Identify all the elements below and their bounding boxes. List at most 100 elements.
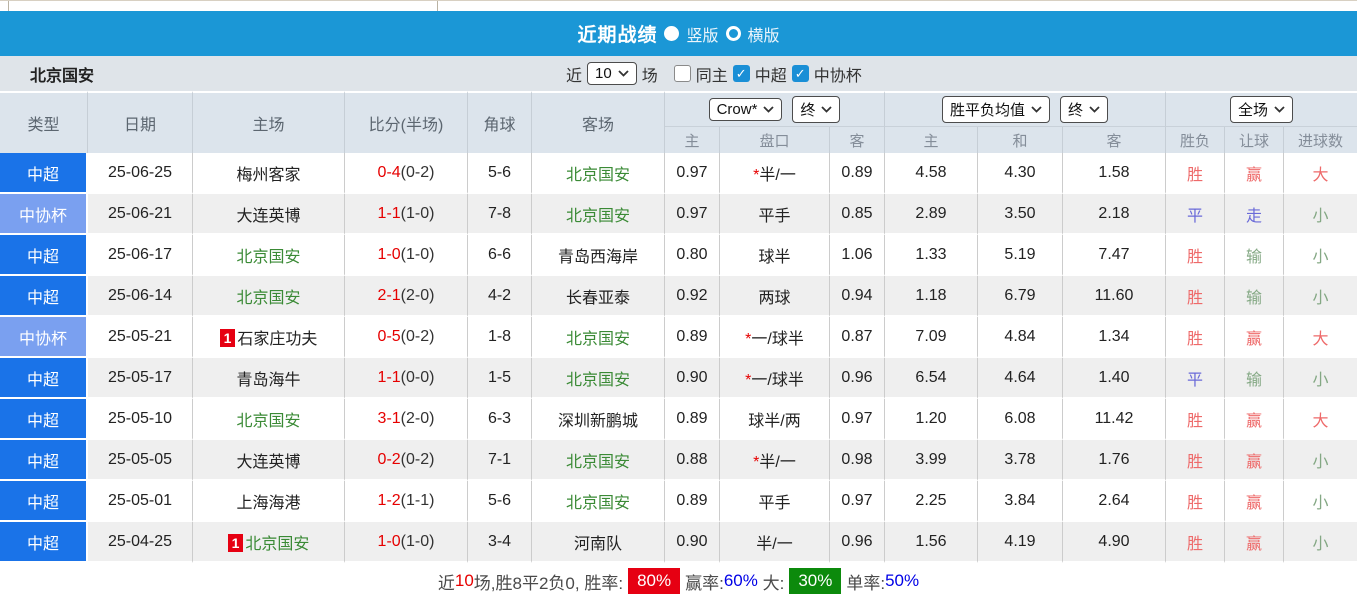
- away-odds-cell: 0.94: [830, 276, 885, 317]
- table-row: 中超 25-06-25 梅州客家 0-4(0-2) 5-6 北京国安 0.97 *半/一 0.8…: [0, 153, 1357, 194]
- same-venue-label[interactable]: 同主: [696, 62, 728, 86]
- avg-period-select[interactable]: 终: [1060, 96, 1109, 123]
- home-odds-cell: 0.92: [665, 276, 720, 317]
- header-corners: 角球: [468, 91, 532, 153]
- handicap-star: *: [745, 330, 752, 348]
- home-team-cell: 上海海港: [193, 481, 345, 522]
- subheader-result: 胜负: [1166, 127, 1225, 153]
- league-label[interactable]: 中超: [755, 62, 787, 86]
- scope-select[interactable]: 全场: [1229, 96, 1293, 123]
- goals-result-cell: 大: [1284, 317, 1357, 358]
- score-cell: 0-5(0-2): [345, 317, 468, 358]
- bookmaker-select[interactable]: Crow*: [708, 98, 783, 121]
- fulltime-score: 2-1: [377, 286, 401, 304]
- summary-segment: 30%: [789, 568, 842, 594]
- result-group-header: 全场: [1166, 91, 1357, 127]
- match-date-cell: 25-06-14: [88, 276, 193, 317]
- subheader-goals: 进球数: [1284, 127, 1357, 153]
- fulltime-score: 0-4: [377, 163, 401, 181]
- header-date: 日期: [88, 91, 193, 153]
- avg-odds-select[interactable]: 胜平负均值: [941, 96, 1050, 123]
- match-date-cell: 25-06-21: [88, 194, 193, 235]
- panel-title: 近期战绩: [577, 25, 658, 46]
- home-team-name: 北京国安: [236, 289, 301, 307]
- match-date-cell: 25-05-10: [88, 399, 193, 440]
- table-row: 中超 25-06-14 北京国安 2-1(2-0) 4-2 长春亚泰 0.92 两球 0.94 1…: [0, 276, 1357, 317]
- handicap-cell: *半/一: [720, 440, 830, 481]
- bookmaker-period-select[interactable]: 终: [792, 96, 841, 123]
- handicap-result-cell: 输: [1225, 276, 1284, 317]
- away-team-name: 北京国安: [565, 207, 630, 225]
- match-type-cell: 中超: [0, 153, 88, 194]
- avg-odds-group-header: 胜平负均值 终: [885, 91, 1166, 127]
- fulltime-score: 0-2: [377, 450, 401, 468]
- recent-count-select[interactable]: 10: [587, 62, 637, 85]
- away-team-cell: 北京国安: [532, 317, 665, 358]
- halftime-score: (1-1): [400, 491, 435, 509]
- avg-away-cell: 11.60: [1063, 276, 1166, 317]
- result-cell: 胜: [1166, 399, 1225, 440]
- away-team-cell: 北京国安: [532, 194, 665, 235]
- avg-draw-cell: 3.84: [978, 481, 1063, 522]
- away-odds-cell: 0.96: [830, 358, 885, 399]
- home-odds-cell: 0.89: [665, 399, 720, 440]
- home-odds-cell: 0.89: [665, 481, 720, 522]
- cup-label[interactable]: 中协杯: [814, 62, 862, 86]
- fulltime-score: 3-1: [377, 409, 401, 427]
- avg-away-cell: 2.18: [1063, 194, 1166, 235]
- team-name: 北京国安: [30, 67, 95, 85]
- corners-cell: 1-5: [468, 358, 532, 399]
- home-team-cell: 北京国安: [193, 235, 345, 276]
- vertical-layout-radio[interactable]: [664, 26, 680, 41]
- horizontal-layout-radio[interactable]: [725, 26, 741, 41]
- table-row: 中协杯 25-06-21 大连英博 1-1(1-0) 7-8 北京国安 0.97 平手 0.85…: [0, 194, 1357, 235]
- vertical-layout-label[interactable]: 竖版: [686, 22, 718, 46]
- table-row: 中协杯 25-05-21 1 石家庄功夫 0-5(0-2) 1-8 北京国安 0.89 *一/球…: [0, 317, 1357, 358]
- handicap-cell: *一/球半: [720, 317, 830, 358]
- corners-cell: 6-3: [468, 399, 532, 440]
- fulltime-score: 1-2: [377, 491, 401, 509]
- home-team-cell: 大连英博: [193, 194, 345, 235]
- halftime-score: (2-0): [400, 409, 435, 427]
- goals-result-cell: 小: [1284, 440, 1357, 481]
- avg-home-cell: 1.18: [885, 276, 978, 317]
- avg-draw-cell: 3.50: [978, 194, 1063, 235]
- away-team-name: 北京国安: [565, 371, 630, 389]
- handicap-result-cell: 赢: [1225, 481, 1284, 522]
- handicap-cell: *半/一: [720, 153, 830, 194]
- home-odds-cell: 0.80: [665, 235, 720, 276]
- avg-away-cell: 1.76: [1063, 440, 1166, 481]
- avg-away-cell: 7.47: [1063, 235, 1166, 276]
- results-tbody: 中超 25-06-25 梅州客家 0-4(0-2) 5-6 北京国安 0.97 *半/一 0.8…: [0, 153, 1357, 563]
- subheader-avg-draw: 和: [978, 127, 1063, 153]
- halftime-score: (1-0): [400, 245, 435, 263]
- goals-result-cell: 大: [1284, 399, 1357, 440]
- avg-home-cell: 7.09: [885, 317, 978, 358]
- away-odds-cell: 0.97: [830, 399, 885, 440]
- score-cell: 1-2(1-1): [345, 481, 468, 522]
- table-row: 中超 25-06-17 北京国安 1-0(1-0) 6-6 青岛西海岸 0.80 球半 1.06…: [0, 235, 1357, 276]
- handicap-cell: 平手: [720, 481, 830, 522]
- fulltime-score: 1-1: [377, 368, 401, 386]
- recent-results-panel: 近期战绩 竖版 横版 北京国安 近 10 场 同主 ✓ 中超 ✓ 中协杯 类型 …: [0, 0, 1357, 598]
- handicap-result-cell: 赢: [1225, 440, 1284, 481]
- league-checkbox[interactable]: ✓: [732, 65, 750, 82]
- match-date-cell: 25-06-25: [88, 153, 193, 194]
- subheader-handicap-result: 让球: [1225, 127, 1284, 153]
- away-team-cell: 深圳新鹏城: [532, 399, 665, 440]
- handicap-result-cell: 赢: [1225, 522, 1284, 563]
- horizontal-layout-label[interactable]: 横版: [748, 22, 780, 46]
- avg-away-cell: 4.90: [1063, 522, 1166, 563]
- home-team-name: 大连英博: [236, 453, 301, 471]
- results-table: 类型 日期 主场 比分(半场) 角球 客场 Crow* 终 胜平负均值 终 全场…: [0, 91, 1357, 563]
- cup-checkbox[interactable]: ✓: [791, 65, 809, 82]
- corners-cell: 7-1: [468, 440, 532, 481]
- same-venue-checkbox[interactable]: [673, 65, 691, 82]
- matches-label: 场: [641, 67, 658, 85]
- summary-bar: 近 10 场,胜8平2负0, 胜率: 80% 赢率: 60% 大: 30% 单率: 50%: [0, 563, 1357, 598]
- summary-segment: 50%: [885, 571, 920, 590]
- halftime-score: (0-2): [400, 163, 435, 181]
- match-type-cell: 中超: [0, 481, 88, 522]
- halftime-score: (2-0): [400, 286, 435, 304]
- handicap-cell: *一/球半: [720, 358, 830, 399]
